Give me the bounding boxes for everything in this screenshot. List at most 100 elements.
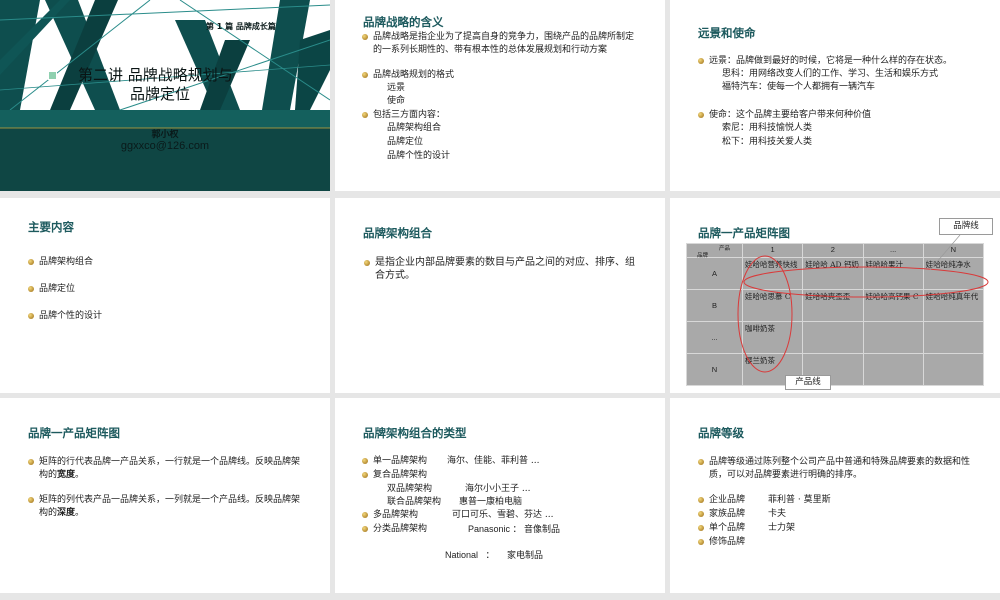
brand-product-matrix: 产品 品牌 1 2 ... N A 娃哈哈营养快线 娃哈哈 AD 钙奶 娃哈哈果… (686, 243, 985, 386)
slide-title: 品牌架构组合的类型 (363, 426, 467, 440)
matrix-cell (862, 321, 924, 354)
bullet-icon (28, 459, 34, 465)
matrix-cell: 娃哈哈纯净水 (922, 257, 985, 290)
slide-title: 品牌一产品矩阵图 (28, 426, 120, 440)
matrix-row-header: A (686, 257, 743, 290)
list-item: 是指企业内部品牌要素的数目与产品之间的对应、排序、组合方式。 (364, 256, 640, 282)
sub-item: 福特汽车：使每一个人都拥有一辆汽车 (722, 82, 876, 92)
bullet-icon (362, 512, 368, 518)
slide-brand-strategy-meaning[interactable]: 品牌战略的含义 品牌战略是指企业为了提高自身的竞争力，围绕产品的品牌所制定的一系… (335, 0, 665, 191)
slide-vision-mission[interactable]: 远景和使命 远景：品牌做到最好的时候，它将是一种什么样的存在状态。 思科：用网络… (670, 0, 1000, 191)
matrix-cell: 娃哈哈思慕 C (741, 289, 804, 322)
list-item: 单个品牌 (698, 522, 745, 535)
cover-title-line2: 品牌定位 (130, 85, 191, 103)
matrix-cell: 娃哈哈纯真年代 (922, 289, 985, 322)
national-row: National ： 家电制品 (445, 550, 544, 560)
sub-item: 品牌架构组合 (387, 123, 442, 133)
list-item: 多品牌架构 (362, 509, 418, 522)
cover-author: 郭小权 (151, 130, 179, 140)
bullet-icon (362, 112, 368, 118)
slide-title: 品牌等级 (698, 426, 744, 440)
matrix-cell: 咖啡奶茶 (741, 321, 804, 354)
bullet-icon (698, 112, 704, 118)
matrix-row-header: ... (686, 321, 743, 354)
list-item: 单一品牌架构 (362, 455, 427, 468)
sub-item: 双品牌架构 (387, 484, 433, 494)
bullet-icon (362, 34, 368, 40)
cover-bullet-icon (48, 71, 57, 80)
sub-item-value: 惠普一康柏电脑 (459, 497, 523, 507)
product-line-callout: 产品线 (785, 375, 831, 390)
matrix-col-header: ... (862, 243, 924, 258)
sub-item-value: 海尔小小王子 ... (465, 484, 531, 494)
slide-architecture-types[interactable]: 品牌架构组合的类型 单一品牌架构 海尔、佳能、菲利普 ... 复合品牌架构 双品… (335, 398, 665, 593)
sub-item: 远景 (387, 83, 406, 93)
list-item: 品牌战略规划的格式 (362, 69, 635, 82)
bullet-icon (362, 472, 368, 478)
matrix-cell (922, 321, 985, 354)
list-item: 品牌定位 (28, 283, 75, 296)
bullet-icon (362, 526, 368, 532)
sub-item: 联合品牌架构 (387, 497, 442, 507)
slide-title: 品牌架构组合 (363, 226, 432, 240)
sub-item: 品牌定位 (387, 137, 424, 147)
matrix-cell: 娃哈哈营养快线 (741, 257, 804, 290)
matrix-cell (922, 353, 985, 386)
slide-title: 主要内容 (28, 220, 74, 234)
slide-title: 远景和使命 (698, 26, 756, 40)
matrix-cell: 娃哈哈高钙果 C (862, 289, 924, 322)
cover-section-label: 第 1 篇 品牌成长篇 (206, 22, 276, 31)
list-item-value: 可口可乐、雪碧、芬达 ... (452, 510, 554, 520)
bullet-icon (28, 259, 34, 265)
list-item: 分类品牌架构 (362, 523, 427, 536)
list-item: 使命：这个品牌主要给客户带来何种价值 (698, 109, 994, 122)
bullet-icon (698, 525, 704, 531)
list-item: 品牌个性的设计 (28, 310, 102, 323)
list-item: 矩阵的列代表产品一品牌关系，一列就是一个产品线。反映品牌架构的深度。 (28, 494, 301, 519)
bullet-icon (698, 497, 704, 503)
bullet-icon (698, 58, 704, 64)
list-item: 矩阵的行代表品牌一产品关系，一行就是一个品牌线。反映品牌架构的宽度。 (28, 456, 301, 481)
bullet-icon (362, 458, 368, 464)
slide-brand-hierarchy[interactable]: 品牌等级 品牌等级通过陈列整个公司产品中普通和特殊品牌要素的数据和性质，可以对品… (670, 398, 1000, 593)
cover-title-line1: 第二讲 品牌战略规划与 (78, 66, 233, 84)
sub-item: 使命 (387, 96, 406, 106)
list-item-value: 海尔、佳能、菲利普 ... (447, 456, 540, 466)
matrix-col-header: 2 (802, 243, 864, 258)
sub-item: 品牌个性的设计 (387, 151, 451, 161)
slide-title: 品牌一产品矩阵图 (698, 226, 790, 240)
list-item: 包括三方面内容： (362, 109, 635, 122)
slide-main-contents[interactable]: 主要内容 品牌架构组合 品牌定位 品牌个性的设计 (0, 198, 330, 393)
list-item-value: 士力架 (768, 523, 796, 533)
matrix-row-header: N (686, 353, 743, 386)
sub-item: 索尼：用科技愉悦人类 (722, 123, 813, 133)
list-item: 品牌等级通过陈列整个公司产品中普通和特殊品牌要素的数据和性质，可以对品牌要素进行… (698, 456, 974, 481)
bullet-icon (28, 497, 34, 503)
list-item: 修饰品牌 (698, 536, 745, 549)
matrix-cell (862, 353, 924, 386)
list-item: 企业品牌 (698, 494, 745, 507)
cover-email: ggxxco@126.com (120, 140, 210, 152)
list-item: 家族品牌 (698, 508, 745, 521)
slide-matrix-explanation[interactable]: 品牌一产品矩阵图 矩阵的行代表品牌一产品关系，一行就是一个品牌线。反映品牌架构的… (0, 398, 330, 593)
bullet-icon (698, 539, 704, 545)
bullet-icon (28, 313, 34, 319)
matrix-col-header: N (922, 243, 985, 258)
bullet-icon (364, 260, 370, 266)
matrix-row-header: B (686, 289, 743, 322)
list-item: 品牌战略是指企业为了提高自身的竞争力，围绕产品的品牌所制定的一系列长期性的、带有… (362, 31, 635, 56)
slide-brand-architecture[interactable]: 品牌架构组合 是指企业内部品牌要素的数目与产品之间的对应、排序、组合方式。 (335, 198, 665, 393)
bullet-icon (28, 286, 34, 292)
bullet-icon (362, 72, 368, 78)
sub-item: 松下：用科技关爱人类 (722, 137, 813, 147)
matrix-cell: 娃哈哈爽歪歪 (802, 289, 864, 322)
slide-cover[interactable]: ~ 第 1 篇 品牌成长篇 第二讲 品牌战略规划与 品牌定位 郭小权 ggxxc… (0, 0, 330, 191)
list-item-value: 卡夫 (768, 509, 787, 519)
list-item-value: 菲利普 · 莫里斯 (768, 495, 831, 505)
matrix-cell (802, 321, 864, 354)
bullet-icon (698, 511, 704, 517)
brand-line-callout: 品牌线 (939, 218, 993, 235)
matrix-corner: 产品 品牌 (686, 243, 743, 259)
cover-tilde: ~ (146, 16, 157, 31)
slide-title: 品牌战略的含义 (363, 15, 444, 29)
